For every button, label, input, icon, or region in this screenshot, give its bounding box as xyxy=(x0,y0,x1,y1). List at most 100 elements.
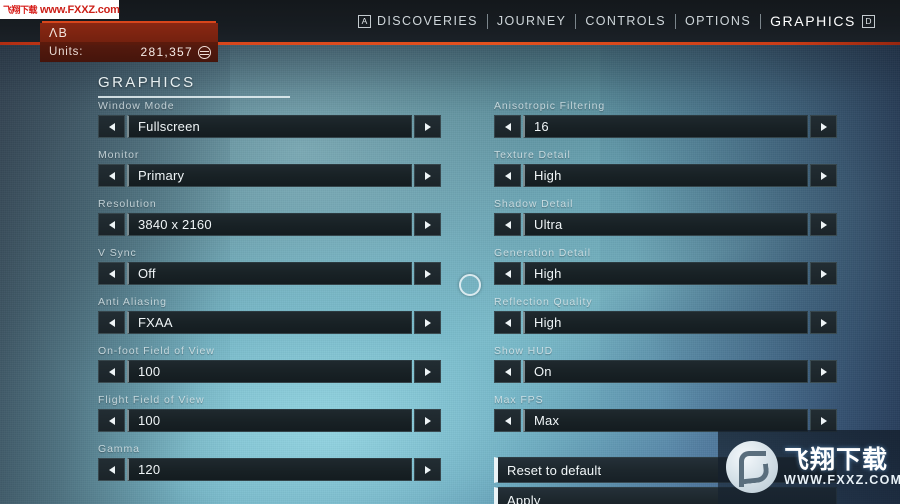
setting-row-anti-aliasing: Anti Aliasing FXAA xyxy=(98,296,441,334)
setting-label-texture-detail: Texture Detail xyxy=(494,149,571,161)
setting-value-v-sync: Off xyxy=(138,266,156,281)
next-arrow-icon-generation-detail[interactable] xyxy=(810,262,837,285)
prev-arrow-icon-monitor[interactable] xyxy=(98,164,125,187)
prev-arrow-icon-gamma[interactable] xyxy=(98,458,125,481)
setting-row-resolution: Resolution 3840 x 2160 xyxy=(98,198,441,236)
nav-item-journey-label: JOURNEY xyxy=(496,14,567,28)
prev-arrow-icon-generation-detail[interactable] xyxy=(494,262,521,285)
nav-item-graphics[interactable]: GRAPHICS D xyxy=(761,13,884,29)
setting-value-box-reflection-quality[interactable]: High xyxy=(523,311,808,334)
chevron-left-icon xyxy=(108,416,115,425)
nav-item-controls-label: CONTROLS xyxy=(585,14,666,28)
next-arrow-icon-on-foot-field-of-view[interactable] xyxy=(414,360,441,383)
prev-arrow-icon-texture-detail[interactable] xyxy=(494,164,521,187)
setting-control-resolution: 3840 x 2160 xyxy=(98,213,441,236)
chevron-right-icon xyxy=(820,171,827,180)
setting-value-box-show-hud[interactable]: On xyxy=(523,360,808,383)
next-arrow-icon-shadow-detail[interactable] xyxy=(810,213,837,236)
setting-label-resolution: Resolution xyxy=(98,198,157,210)
next-arrow-icon-show-hud[interactable] xyxy=(810,360,837,383)
chevron-left-icon xyxy=(108,220,115,229)
setting-value-box-max-fps[interactable]: Max xyxy=(523,409,808,432)
setting-control-gamma: 120 xyxy=(98,458,441,481)
setting-value-box-shadow-detail[interactable]: Ultra xyxy=(523,213,808,236)
site-watermark: 飞翔下载 WWW.FXXZ.COM xyxy=(718,430,900,504)
setting-control-texture-detail: High xyxy=(494,164,837,187)
prev-arrow-icon-flight-field-of-view[interactable] xyxy=(98,409,125,432)
next-arrow-icon-flight-field-of-view[interactable] xyxy=(414,409,441,432)
setting-control-shadow-detail: Ultra xyxy=(494,213,837,236)
setting-label-flight-field-of-view: Flight Field of View xyxy=(98,394,205,406)
setting-control-generation-detail: High xyxy=(494,262,837,285)
setting-value-box-anti-aliasing[interactable]: FXAA xyxy=(127,311,412,334)
chevron-left-icon xyxy=(504,220,511,229)
nav-item-options[interactable]: OPTIONS xyxy=(676,14,760,28)
next-arrow-icon-gamma[interactable] xyxy=(414,458,441,481)
units-currency-icon xyxy=(198,45,211,59)
prev-arrow-icon-on-foot-field-of-view[interactable] xyxy=(98,360,125,383)
key-badge-a-icon: A xyxy=(357,14,371,28)
setting-row-on-foot-field-of-view: On-foot Field of View 100 xyxy=(98,345,441,383)
watermark-logo-icon xyxy=(726,441,778,493)
setting-value-on-foot-field-of-view: 100 xyxy=(138,364,161,379)
setting-label-gamma: Gamma xyxy=(98,443,140,455)
next-arrow-icon-max-fps[interactable] xyxy=(810,409,837,432)
setting-value-generation-detail: High xyxy=(534,266,562,281)
next-arrow-icon-anisotropic-filtering[interactable] xyxy=(810,115,837,138)
prev-arrow-icon-anti-aliasing[interactable] xyxy=(98,311,125,334)
next-arrow-icon-resolution[interactable] xyxy=(414,213,441,236)
setting-value-box-monitor[interactable]: Primary xyxy=(127,164,412,187)
setting-value-box-resolution[interactable]: 3840 x 2160 xyxy=(127,213,412,236)
page-title: GRAPHICS xyxy=(98,74,196,91)
setting-label-window-mode: Window Mode xyxy=(98,100,175,112)
setting-value-box-generation-detail[interactable]: High xyxy=(523,262,808,285)
chevron-left-icon xyxy=(108,269,115,278)
setting-label-on-foot-field-of-view: On-foot Field of View xyxy=(98,345,215,357)
setting-control-on-foot-field-of-view: 100 xyxy=(98,360,441,383)
watermark-text: 飞翔下载 WWW.FXXZ.COM xyxy=(784,447,900,487)
prev-arrow-icon-v-sync[interactable] xyxy=(98,262,125,285)
prev-arrow-icon-resolution[interactable] xyxy=(98,213,125,236)
setting-row-shadow-detail: Shadow Detail Ultra xyxy=(494,198,837,236)
chevron-right-icon xyxy=(820,269,827,278)
setting-label-show-hud: Show HUD xyxy=(494,345,554,357)
chevron-right-icon xyxy=(424,367,431,376)
setting-value-box-anisotropic-filtering[interactable]: 16 xyxy=(523,115,808,138)
setting-label-reflection-quality: Reflection Quality xyxy=(494,296,593,308)
next-arrow-icon-monitor[interactable] xyxy=(414,164,441,187)
setting-value-box-v-sync[interactable]: Off xyxy=(127,262,412,285)
nav-item-journey[interactable]: JOURNEY xyxy=(488,14,576,28)
nav-item-discoveries-label: DISCOVERIES xyxy=(376,14,478,28)
next-arrow-icon-reflection-quality[interactable] xyxy=(810,311,837,334)
prev-arrow-icon-max-fps[interactable] xyxy=(494,409,521,432)
setting-value-box-flight-field-of-view[interactable]: 100 xyxy=(127,409,412,432)
setting-row-texture-detail: Texture Detail High xyxy=(494,149,837,187)
setting-value-box-on-foot-field-of-view[interactable]: 100 xyxy=(127,360,412,383)
ring-reticle-cursor[interactable] xyxy=(459,274,481,296)
next-arrow-icon-anti-aliasing[interactable] xyxy=(414,311,441,334)
next-arrow-icon-window-mode[interactable] xyxy=(414,115,441,138)
prev-arrow-icon-reflection-quality[interactable] xyxy=(494,311,521,334)
prev-arrow-icon-show-hud[interactable] xyxy=(494,360,521,383)
next-arrow-icon-texture-detail[interactable] xyxy=(810,164,837,187)
prev-arrow-icon-anisotropic-filtering[interactable] xyxy=(494,115,521,138)
setting-value-box-gamma[interactable]: 120 xyxy=(127,458,412,481)
prev-arrow-icon-shadow-detail[interactable] xyxy=(494,213,521,236)
chevron-left-icon xyxy=(108,122,115,131)
chevron-left-icon xyxy=(504,416,511,425)
units-value: 281,357 xyxy=(140,45,193,59)
nav-item-controls[interactable]: CONTROLS xyxy=(576,14,675,28)
next-arrow-icon-v-sync[interactable] xyxy=(414,262,441,285)
setting-value-box-texture-detail[interactable]: High xyxy=(523,164,808,187)
setting-value-resolution: 3840 x 2160 xyxy=(138,217,212,232)
setting-row-window-mode: Window Mode Fullscreen xyxy=(98,100,441,138)
nav-item-discoveries[interactable]: A DISCOVERIES xyxy=(349,14,487,28)
hud-units-row: Units: 281,357 xyxy=(40,42,218,62)
prev-arrow-icon-window-mode[interactable] xyxy=(98,115,125,138)
setting-value-window-mode: Fullscreen xyxy=(138,119,200,134)
setting-label-generation-detail: Generation Detail xyxy=(494,247,592,259)
setting-control-max-fps: Max xyxy=(494,409,837,432)
setting-row-max-fps: Max FPS Max xyxy=(494,394,837,432)
setting-label-anisotropic-filtering: Anisotropic Filtering xyxy=(494,100,606,112)
setting-value-box-window-mode[interactable]: Fullscreen xyxy=(127,115,412,138)
